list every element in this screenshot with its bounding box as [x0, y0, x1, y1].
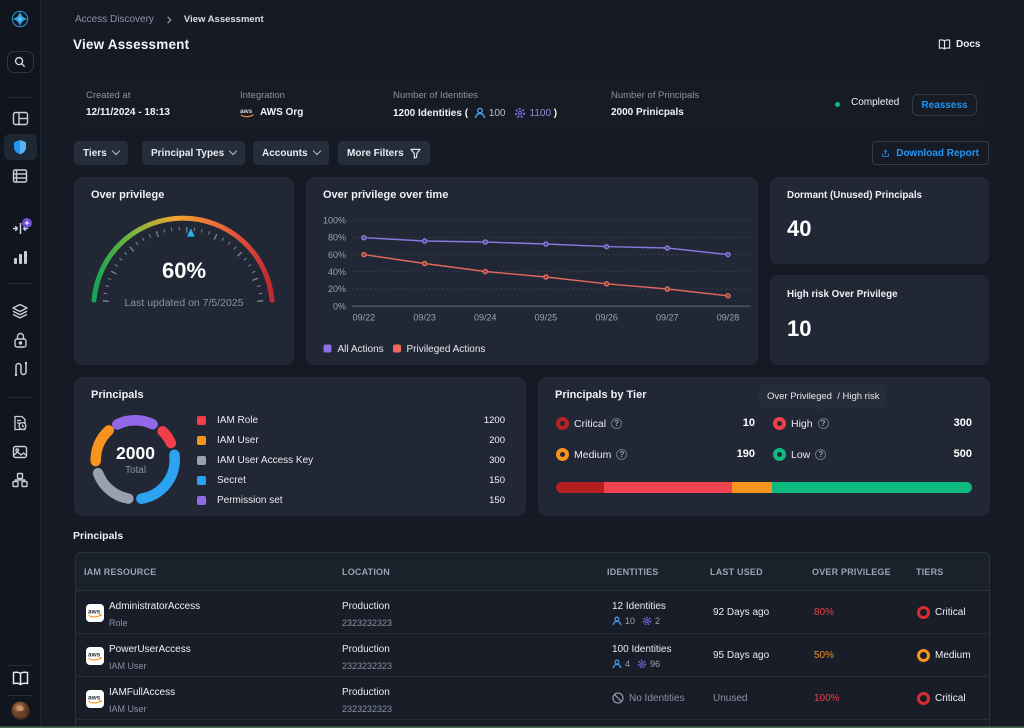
svg-text:09/24: 09/24	[474, 313, 497, 323]
svg-text:09/26: 09/26	[595, 313, 618, 323]
svg-text:aws: aws	[88, 651, 101, 658]
svg-text:100%: 100%	[323, 215, 346, 225]
svg-text:20%: 20%	[328, 284, 346, 294]
svg-text:Privileged Actions: Privileged Actions	[407, 344, 486, 355]
svg-text:aws: aws	[88, 694, 101, 701]
svg-text:aws: aws	[88, 608, 101, 615]
svg-text:09/25: 09/25	[535, 313, 558, 323]
svg-text:0%: 0%	[333, 301, 346, 311]
svg-text:09/23: 09/23	[413, 313, 436, 323]
svg-text:40%: 40%	[328, 267, 346, 277]
svg-text:All Actions: All Actions	[338, 344, 384, 355]
svg-text:09/28: 09/28	[717, 313, 740, 323]
svg-text:09/27: 09/27	[656, 313, 679, 323]
svg-text:09/22: 09/22	[353, 313, 376, 323]
svg-text:aws: aws	[240, 108, 253, 115]
svg-text:60%: 60%	[328, 250, 346, 260]
svg-text:80%: 80%	[328, 233, 346, 243]
